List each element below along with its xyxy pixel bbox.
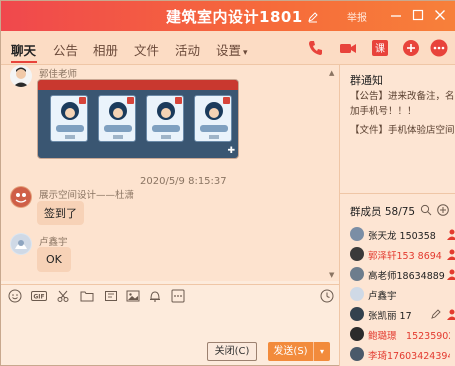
avatar <box>350 287 364 301</box>
active-tab-indicator <box>11 61 37 63</box>
image-card <box>146 95 184 142</box>
avatar[interactable] <box>10 65 32 87</box>
avatar[interactable] <box>10 186 32 208</box>
minimize-icon[interactable] <box>388 7 404 23</box>
more-icon[interactable] <box>171 289 185 303</box>
member-name: 卢鑫宇 <box>368 291 397 302</box>
user-icon <box>447 249 455 260</box>
message-bubble[interactable]: 签到了 <box>37 201 84 225</box>
notice-line[interactable]: 【文件】手机体验店空间... <box>350 122 455 136</box>
send-button[interactable]: 发送(S) ▾ <box>268 342 330 361</box>
close-icon[interactable] <box>432 7 448 23</box>
message-list[interactable]: 郭佳老师 ✚ 2020/5/9 8:15:37 展示空间设计——杜潇 签到了 卢… <box>1 65 339 281</box>
svg-text:课: 课 <box>375 43 385 55</box>
avatar <box>350 247 364 261</box>
member-item[interactable]: 卢鑫宇 <box>350 286 455 302</box>
member-item[interactable]: 张天龙 150358 <box>350 226 455 242</box>
notice-line[interactable]: 加手机号！！！ <box>350 103 455 117</box>
gif-icon[interactable]: GIF <box>31 289 47 303</box>
search-icon[interactable] <box>420 204 432 216</box>
avatar <box>350 347 364 361</box>
tab-bar: 聊天 公告 相册 文件 活动 设置 ▾ 课 <box>1 31 455 65</box>
user-icon <box>447 269 455 280</box>
image-card <box>50 95 88 142</box>
timestamp: 2020/5/9 8:15:37 <box>140 176 227 187</box>
chat-window: 建筑室内设计1801 举报 聊天 公告 相册 文件 活动 设置▾ 课 郭佳老师 <box>0 0 455 366</box>
member-name: 高老师18634889 <box>368 271 445 282</box>
close-button[interactable]: 关闭(C) <box>207 342 257 361</box>
add-icon[interactable] <box>402 39 420 57</box>
tab-files[interactable]: 文件 <box>134 40 159 59</box>
phone-icon[interactable] <box>307 39 325 57</box>
tab-album[interactable]: 相册 <box>93 40 118 59</box>
image-message[interactable]: ✚ <box>37 79 239 159</box>
svg-text:GIF: GIF <box>33 294 44 301</box>
tab-settings[interactable]: 设置 ▾ <box>216 40 248 59</box>
more-icon[interactable] <box>430 39 448 57</box>
send-button-label[interactable]: 发送(S) <box>268 342 314 361</box>
edit-icon[interactable] <box>430 308 442 320</box>
maximize-icon[interactable] <box>410 7 426 23</box>
history-clock-icon[interactable] <box>320 289 334 303</box>
report-link[interactable]: 举报 <box>347 9 367 24</box>
sender-name: 展示空间设计——杜潇 <box>39 190 135 201</box>
chevron-down-icon[interactable]: ▾ <box>314 342 330 361</box>
user-icon <box>447 229 455 240</box>
right-panel: 群通知 【公告】进来改备注，名字 加手机号！！！ 【文件】手机体验店空间... … <box>339 65 455 366</box>
notice-line[interactable]: 【公告】进来改备注，名字 <box>350 88 455 102</box>
image-header-bar <box>38 80 238 90</box>
avatar[interactable] <box>10 233 32 255</box>
chevron-down-icon: ▾ <box>243 48 248 58</box>
avatar <box>350 307 364 321</box>
sender-name: 郭佳老师 <box>39 69 78 80</box>
scroll-down-icon[interactable]: ▼ <box>329 271 334 279</box>
video-icon[interactable] <box>339 39 357 57</box>
screenshot-icon[interactable] <box>104 289 118 303</box>
image-card <box>98 95 136 142</box>
member-item[interactable]: 鲍璐璟 15235902 <box>350 326 455 342</box>
plus-icon: ✚ <box>227 146 235 156</box>
member-item[interactable]: 高老师18634889 <box>350 266 455 282</box>
message-bubble[interactable]: OK <box>37 247 71 272</box>
edit-icon[interactable] <box>307 11 319 23</box>
folder-icon[interactable] <box>80 289 94 303</box>
member-name: 张天龙 150358 <box>368 231 436 242</box>
scroll-up-icon[interactable]: ▲ <box>329 69 334 77</box>
member-name: 郭泽轩153 8694 <box>368 251 442 262</box>
scissors-icon[interactable] <box>56 289 70 303</box>
member-name: 张凯丽 17 <box>368 311 412 322</box>
add-member-icon[interactable] <box>437 204 449 216</box>
tab-settings-label: 设置 <box>216 43 242 58</box>
avatar <box>350 267 364 281</box>
member-name: 李琦17603424394 <box>368 351 450 362</box>
member-item[interactable]: 张凯丽 17 <box>350 306 455 322</box>
input-toolbar: GIF <box>1 284 339 306</box>
divider <box>340 193 455 194</box>
member-item[interactable]: 李琦17603424394 <box>350 346 455 362</box>
emoji-icon[interactable] <box>8 289 22 303</box>
members-title: 群成员 58/75 <box>350 206 416 218</box>
group-title: 建筑室内设计1801 <box>166 8 303 26</box>
image-card <box>194 95 232 142</box>
member-item[interactable]: 郭泽轩153 8694 <box>350 246 455 262</box>
image-icon[interactable] <box>126 289 140 303</box>
tab-announcement[interactable]: 公告 <box>53 40 78 59</box>
avatar <box>350 327 364 341</box>
bell-icon[interactable] <box>148 289 162 303</box>
tab-chat[interactable]: 聊天 <box>11 40 36 59</box>
tab-activity[interactable]: 活动 <box>175 40 200 59</box>
user-icon <box>447 309 455 320</box>
sender-name: 卢鑫宇 <box>39 237 68 248</box>
course-icon[interactable]: 课 <box>371 39 389 57</box>
avatar <box>350 227 364 241</box>
title-wrap: 建筑室内设计1801 <box>166 6 319 27</box>
member-name: 鲍璐璟 15235902 <box>368 331 450 342</box>
title-bar[interactable]: 建筑室内设计1801 举报 <box>1 1 455 31</box>
notice-title: 群通知 <box>350 74 383 87</box>
